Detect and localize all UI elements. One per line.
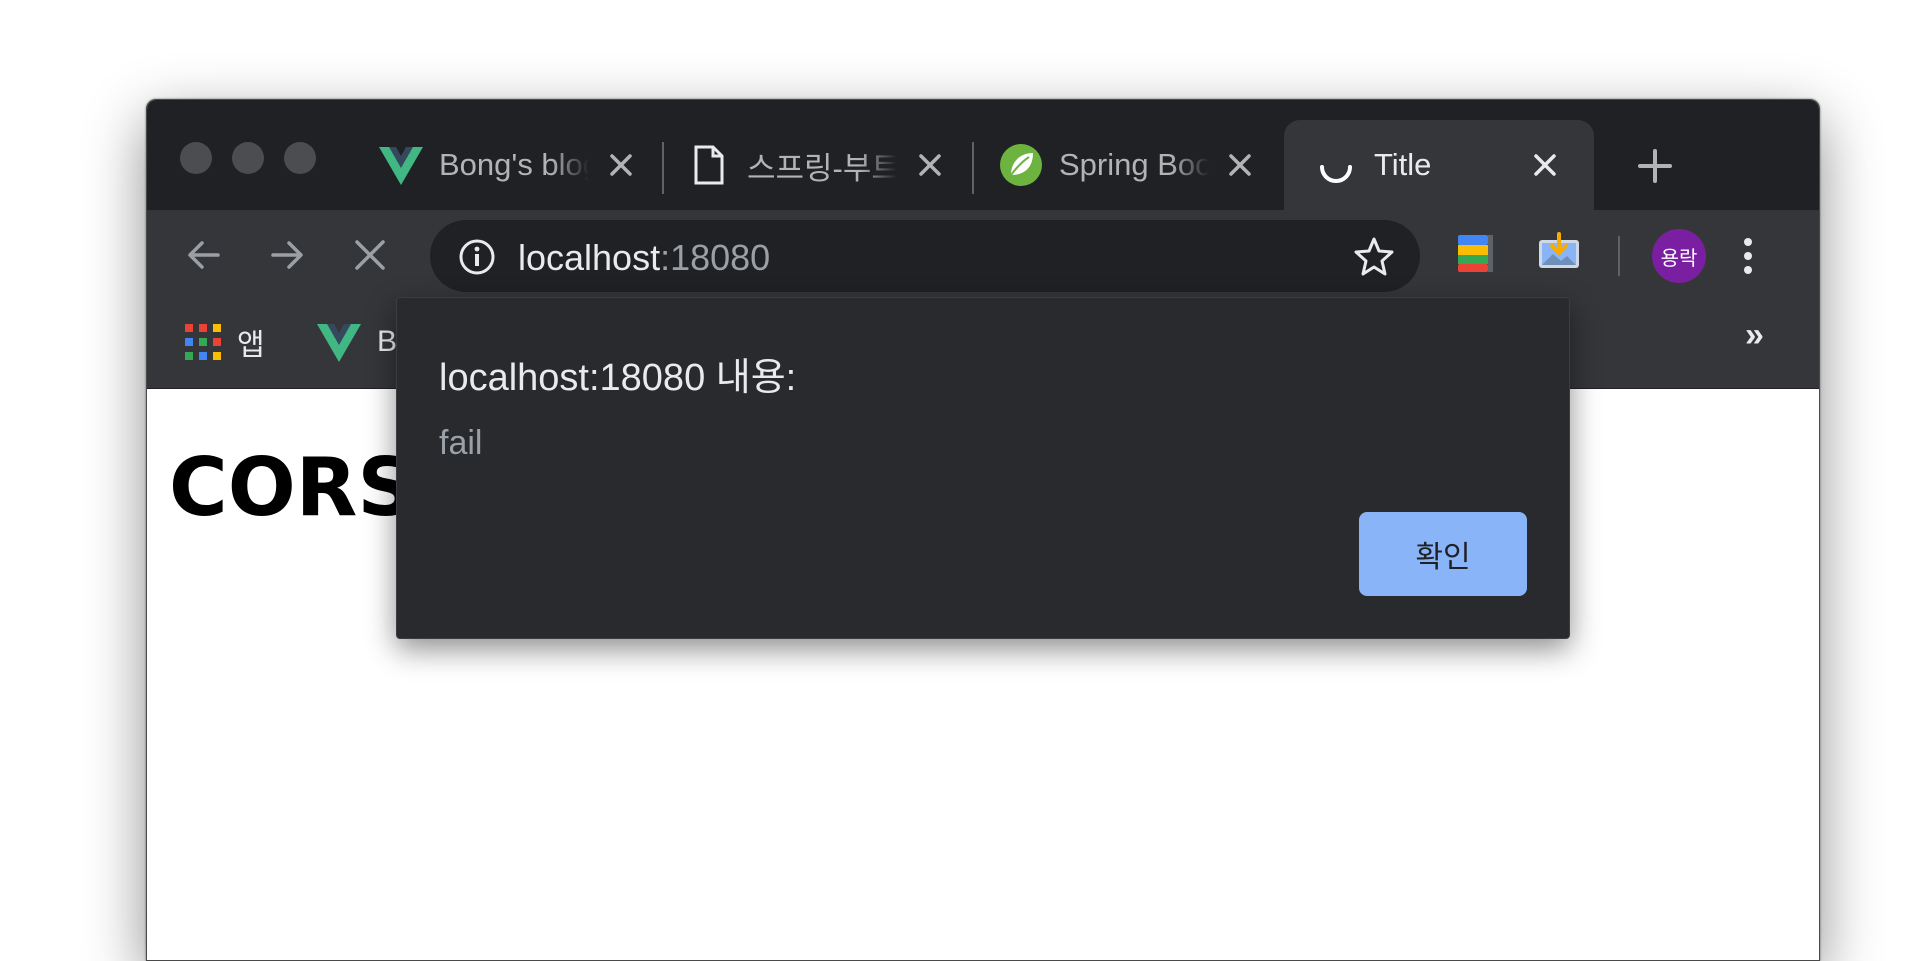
tab-title[interactable]: Title [1284,120,1594,210]
tab-label: Spring Boot [1059,147,1209,182]
arrow-left-icon [188,241,220,269]
spring-leaf-icon [999,143,1043,187]
more-menu-button[interactable] [1724,232,1772,280]
tab-strip: Bong's blog 스프링-부트 Spring Boot Title [147,100,1819,210]
stop-loading-button[interactable] [345,230,395,280]
plus-icon [1638,149,1672,183]
vue-logo-icon [317,324,361,362]
tab-bongs-blog[interactable]: Bong's blog [379,120,669,210]
alert-dialog: localhost:18080 내용: fail 확인 [396,297,1570,639]
dialog-title: localhost:18080 내용: [439,357,797,399]
back-button[interactable] [179,230,229,280]
info-icon[interactable] [458,238,496,276]
forward-button[interactable] [262,230,312,280]
new-tab-button[interactable] [1627,138,1683,194]
image-download-extension-icon[interactable] [1537,232,1583,274]
profile-avatar[interactable]: 용락 [1652,229,1706,283]
tab-spring-boot[interactable]: Spring Boot [999,120,1289,210]
loading-spinner-icon [1314,143,1358,187]
extension-stack-icon[interactable] [1454,232,1496,274]
bookmarks-overflow-button[interactable]: » [1745,316,1764,355]
toolbar-divider [1618,236,1620,276]
tab-separator [972,142,974,194]
tab-separator [662,142,664,194]
dialog-message: fail [439,424,483,462]
page-heading: CORS [169,441,415,534]
tab-label: Title [1374,147,1432,182]
close-tab-icon[interactable] [1530,150,1560,180]
ok-button[interactable]: 확인 [1359,512,1527,596]
tab-label: Bong's blog [439,147,589,182]
bookmark-label: 앱 [237,329,265,362]
tab-label: 스프링-부트 [747,150,897,186]
close-tab-icon[interactable] [1225,150,1255,180]
tab-spring-boot-doc[interactable]: 스프링-부트 [687,120,977,210]
close-tab-icon[interactable] [915,150,945,180]
toolbar: localhost:18080 용락 [147,210,1819,300]
address-url[interactable]: localhost:18080 [518,237,770,279]
bookmark-vue[interactable]: B [317,320,397,364]
vue-logo-icon [379,143,423,187]
apps-grid-icon [185,324,221,360]
document-icon [687,143,731,187]
bookmark-star-icon[interactable] [1354,236,1394,276]
bookmark-apps[interactable]: 앱 [185,320,265,364]
close-tab-icon[interactable] [606,150,636,180]
arrow-right-icon [271,241,303,269]
close-window-button[interactable] [180,142,212,174]
zoom-window-button[interactable] [284,142,316,174]
minimize-window-button[interactable] [232,142,264,174]
close-icon [355,240,385,270]
kebab-menu-icon [1744,238,1752,274]
url-port: :18080 [660,237,771,278]
url-host: localhost [518,237,661,278]
address-bar[interactable]: localhost:18080 [430,220,1420,292]
bookmark-label: B [377,325,398,358]
